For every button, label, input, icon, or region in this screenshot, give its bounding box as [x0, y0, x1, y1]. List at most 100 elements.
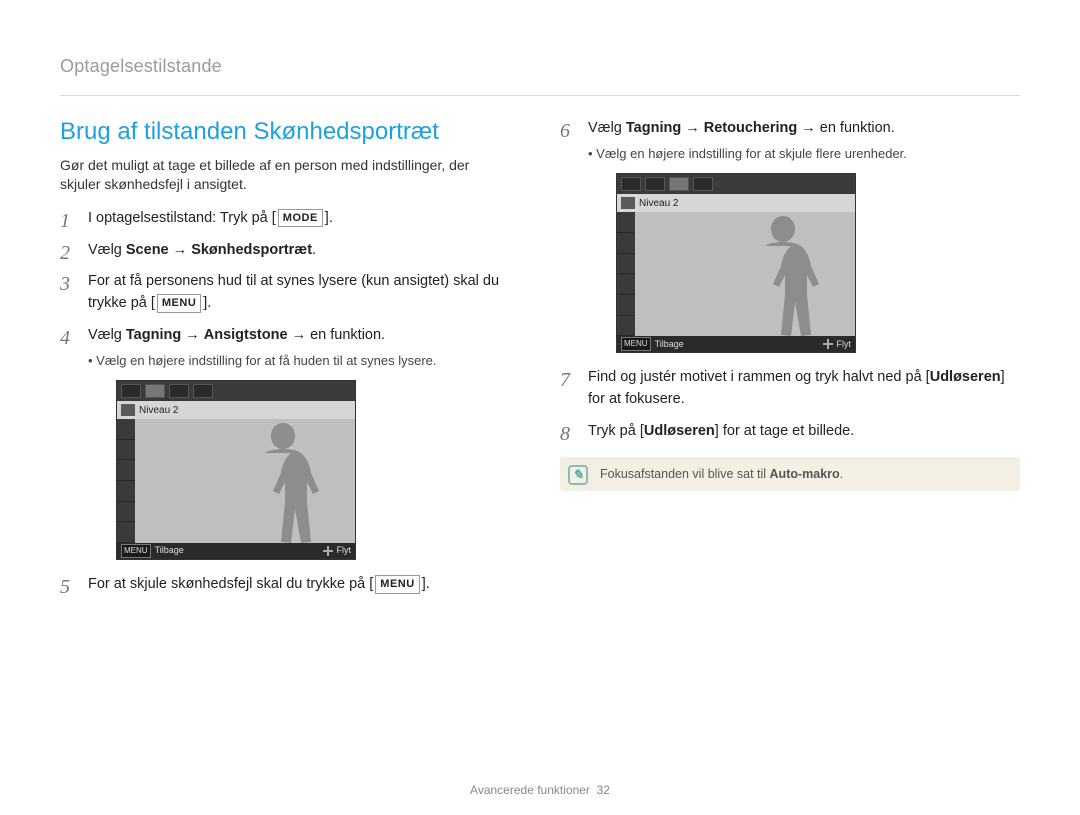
ss2-level-label: Niveau 2 [639, 196, 678, 211]
ss1-side-icon [117, 419, 135, 440]
dpad-icon [323, 546, 333, 556]
step-3-pre: For at få personens hud til at synes lys… [88, 273, 499, 311]
ss2-tab [621, 177, 641, 191]
ss2-side-icon [617, 316, 635, 337]
ss2-top-tabs [617, 174, 855, 194]
step-2: Vælg Scene → Skønhedsportræt. [60, 240, 520, 262]
step-6-sub: Vælg en højere indstilling for at skjule… [588, 144, 1020, 164]
person-silhouette-icon [741, 212, 825, 336]
mode-button-icon: MODE [278, 209, 323, 228]
step-2-pre: Vælg [88, 242, 126, 258]
note-post: . [840, 467, 843, 481]
step-6-pre: Vælg [588, 120, 626, 136]
step-4: Vælg Tagning → Ansigtstone → en funktion… [60, 325, 520, 560]
step-8-b: Udløseren [644, 423, 715, 439]
menu-button-icon: MENU [375, 575, 419, 594]
step-7-b: Udløseren [930, 369, 1001, 385]
ss2-tab [645, 177, 665, 191]
step-4-arr1: → [181, 327, 204, 343]
step-6-b2: Retouchering [704, 120, 797, 136]
ss2-side-icon [617, 212, 635, 233]
step-3: For at få personens hud til at synes lys… [60, 271, 520, 315]
ss1-tab [121, 384, 141, 398]
ss1-tab-active [145, 384, 165, 398]
ss1-side-icon [117, 481, 135, 502]
left-column: Brug af tilstanden Skønhedsportræt Gør d… [60, 118, 520, 606]
ss1-bottom-bar: MENU Tilbage Flyt [117, 543, 355, 559]
ss2-tab-active [669, 177, 689, 191]
ss1-subbar: Niveau 2 [117, 401, 355, 419]
camera-screenshot-1: Niveau 2 [116, 380, 356, 560]
ss2-subbar: Niveau 2 [617, 194, 855, 212]
info-note: ✎ Fokusafstanden vil blive sat til Auto-… [560, 457, 1020, 491]
ss2-side-icon [617, 274, 635, 295]
step-2-arrow: → [169, 242, 192, 258]
ss1-level-label: Niveau 2 [139, 403, 178, 418]
step-7: Find og justér motivet i rammen og tryk … [560, 367, 1020, 411]
right-column: Vælg Tagning → Retouchering → en funktio… [560, 118, 1020, 606]
section-header: Optagelsestilstande [60, 56, 1020, 77]
note-b: Auto-makro [770, 467, 840, 481]
step-3-post: ]. [203, 295, 211, 311]
ss1-move-label: Flyt [337, 544, 352, 558]
step-4-b1: Tagning [126, 327, 181, 343]
intro-text: Gør det muligt at tage et billede af en … [60, 156, 490, 194]
page-footer: Avancerede funktioner 32 [0, 783, 1080, 797]
ss1-side-icon [117, 440, 135, 461]
ss2-side-icon [617, 254, 635, 275]
ss2-side-icon [617, 233, 635, 254]
content-columns: Brug af tilstanden Skønhedsportræt Gør d… [60, 118, 1020, 606]
page-title: Brug af tilstanden Skønhedsportræt [60, 118, 520, 146]
ss2-tab [693, 177, 713, 191]
ss2-bottom-bar: MENU Tilbage Flyt [617, 336, 855, 352]
step-4-b2: Ansigtstone [204, 327, 288, 343]
step-1-text-pre: I optagelsestilstand: Tryk på [ [88, 210, 276, 226]
step-2-post: . [312, 242, 316, 258]
ss2-body [617, 212, 855, 336]
ss1-sub-icon [121, 404, 135, 416]
ss1-tab [169, 384, 189, 398]
ss1-menu-icon: MENU [121, 544, 151, 558]
ss1-side-icon [117, 460, 135, 481]
menu-button-icon: MENU [157, 294, 201, 313]
ss2-move-label: Flyt [837, 338, 852, 352]
step-5: For at skjule skønhedsfejl skal du trykk… [60, 574, 520, 596]
ss2-side-icon [617, 295, 635, 316]
divider [60, 95, 1020, 96]
step-6-arr2: → en funktion. [797, 120, 895, 136]
step-6-arr1: → [681, 120, 704, 136]
step-7-pre: Find og justér motivet i rammen og tryk … [588, 369, 930, 385]
ss1-side-icon [117, 522, 135, 543]
step-4-sub: Vælg en højere indstilling for at få hud… [88, 351, 520, 371]
ss2-sub-icon [621, 197, 635, 209]
ss1-back-label: Tilbage [155, 544, 184, 558]
ss2-sidebar [617, 212, 635, 336]
step-6: Vælg Tagning → Retouchering → en funktio… [560, 118, 1020, 353]
note-icon: ✎ [568, 465, 588, 485]
step-2-b1: Scene [126, 242, 169, 258]
step-5-post: ]. [422, 576, 430, 592]
person-silhouette-icon [241, 419, 325, 543]
ss1-body [117, 419, 355, 543]
ss2-back-label: Tilbage [655, 338, 684, 352]
ss1-sidebar [117, 419, 135, 543]
footer-page: 32 [597, 783, 610, 797]
camera-screenshot-2: Niveau 2 [616, 173, 856, 353]
step-8: Tryk på [Udløseren] for at tage et bille… [560, 421, 1020, 443]
step-4-arr2: → en funktion. [288, 327, 386, 343]
step-1: I optagelsestilstand: Tryk på [MODE]. [60, 208, 520, 230]
ss1-side-icon [117, 502, 135, 523]
footer-label: Avancerede funktioner [470, 783, 590, 797]
step-4-pre: Vælg [88, 327, 126, 343]
step-8-post: ] for at tage et billede. [715, 423, 854, 439]
step-8-pre: Tryk på [ [588, 423, 644, 439]
ss1-tab [193, 384, 213, 398]
ss1-top-tabs [117, 381, 355, 401]
step-1-text-post: ]. [325, 210, 333, 226]
note-pre: Fokusafstanden vil blive sat til [600, 467, 770, 481]
step-2-b2: Skønhedsportræt [191, 242, 312, 258]
step-5-pre: For at skjule skønhedsfejl skal du trykk… [88, 576, 373, 592]
ss2-menu-icon: MENU [621, 337, 651, 351]
step-6-b1: Tagning [626, 120, 681, 136]
dpad-icon [823, 339, 833, 349]
